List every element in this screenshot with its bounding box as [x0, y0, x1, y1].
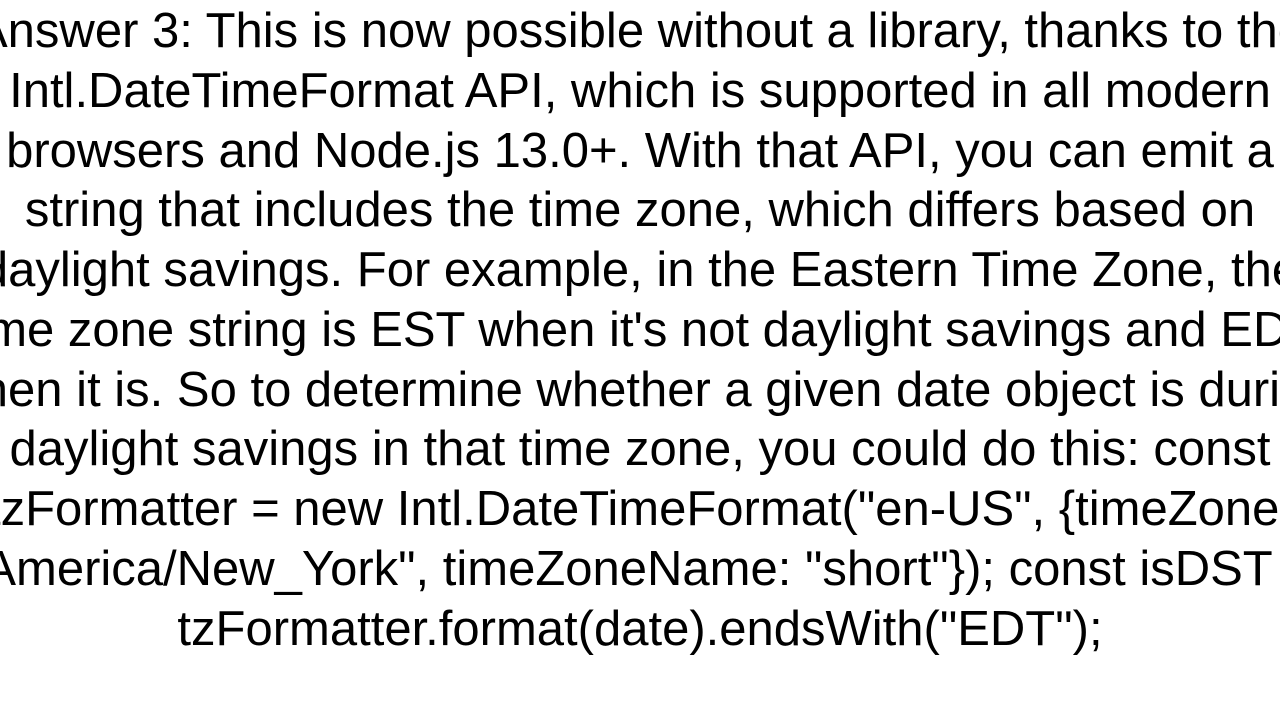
answer-label: Answer 3:: [0, 4, 193, 58]
answer-text: Answer 3: This is now possible without a…: [0, 2, 1280, 659]
answer-body: This is now possible without a library, …: [0, 4, 1280, 656]
